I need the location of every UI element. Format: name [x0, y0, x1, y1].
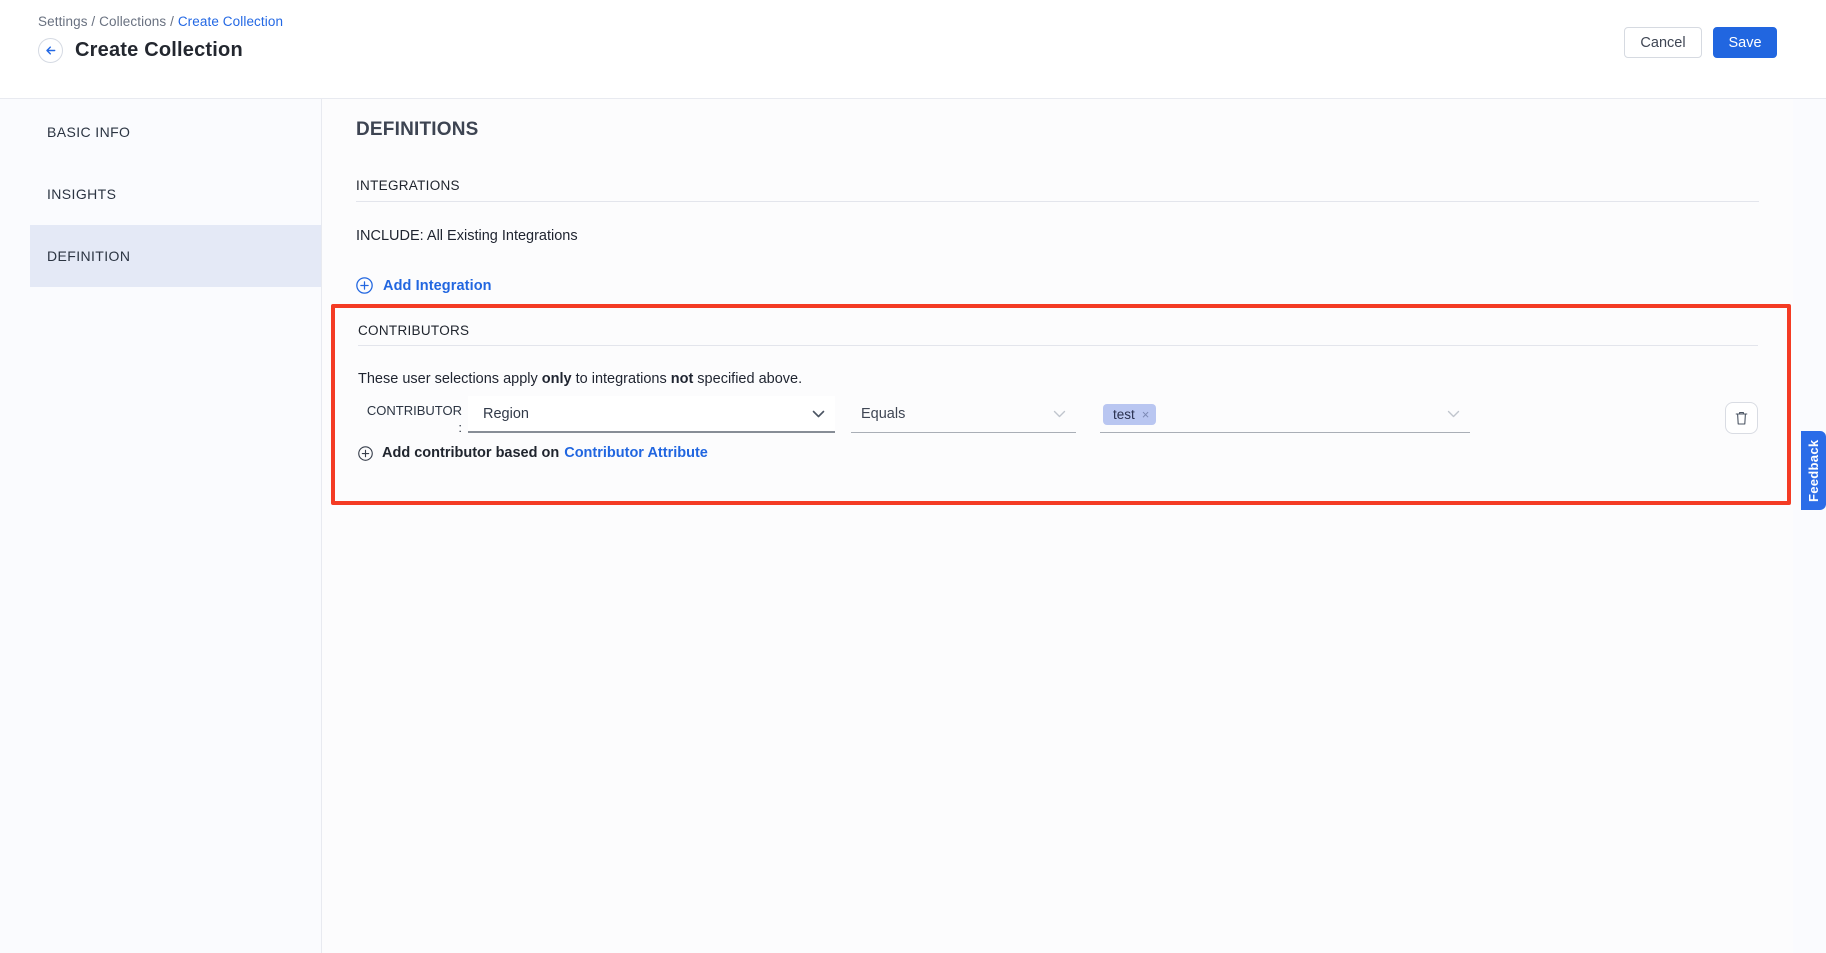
page-background-strip: [1793, 99, 1826, 953]
contributor-row-label: CONTRIBUTOR :: [358, 396, 462, 436]
add-integration-link[interactable]: Add Integration: [356, 277, 1759, 294]
attribute-select-value: Region: [483, 406, 529, 422]
contributor-rule-row: CONTRIBUTOR : Region Equals: [358, 396, 1758, 436]
circle-plus-icon: [358, 446, 373, 461]
page-header: Settings / Collections / Create Collecti…: [0, 0, 1826, 99]
add-contributor-prefix: Add contributor based on: [382, 445, 559, 461]
add-integration-label: Add Integration: [383, 278, 492, 294]
value-tag-label: test: [1113, 407, 1135, 422]
circle-plus-icon: [356, 277, 373, 294]
chevron-down-icon: [1053, 410, 1066, 419]
page-title: Create Collection: [75, 39, 243, 62]
save-button[interactable]: Save: [1713, 27, 1777, 58]
trash-icon: [1734, 410, 1749, 426]
contributor-attribute-link[interactable]: Contributor Attribute: [564, 445, 708, 461]
definitions-heading: DEFINITIONS: [356, 119, 1759, 141]
add-contributor-row: Add contributor based on Contributor Att…: [358, 445, 1758, 461]
operator-select[interactable]: Equals: [851, 396, 1076, 433]
tag-remove-icon[interactable]: ×: [1142, 407, 1150, 422]
note-bold-not: not: [671, 371, 694, 387]
contributor-label-text: CONTRIBUTOR: [358, 402, 462, 419]
delete-contributor-button[interactable]: [1725, 402, 1758, 434]
note-text: These user selections apply: [358, 371, 542, 387]
contributor-label-colon: :: [358, 419, 462, 436]
chevron-down-icon: [1447, 410, 1460, 419]
breadcrumb-current: Create Collection: [178, 14, 283, 29]
sidebar-item-basic-info[interactable]: BASIC INFO: [30, 101, 321, 163]
contributors-divider: [358, 345, 1758, 346]
contributors-highlight-box: CONTRIBUTORS These user selections apply…: [331, 304, 1791, 505]
note-bold-only: only: [542, 371, 572, 387]
note-text: specified above.: [693, 371, 802, 387]
settings-sidebar: BASIC INFO INSIGHTS DEFINITION: [0, 99, 322, 953]
sidebar-item-insights[interactable]: INSIGHTS: [30, 163, 321, 225]
integrations-divider: [356, 201, 1759, 202]
back-button[interactable]: [38, 38, 63, 63]
integrations-include-text: INCLUDE: All Existing Integrations: [356, 228, 1759, 244]
arrow-left-icon: [44, 44, 57, 57]
feedback-tab[interactable]: Feedback: [1801, 431, 1826, 510]
integrations-section-title: INTEGRATIONS: [356, 178, 1759, 193]
sidebar-item-definition[interactable]: DEFINITION: [30, 225, 321, 287]
breadcrumb-parents[interactable]: Settings / Collections /: [38, 14, 178, 29]
note-text: to integrations: [572, 371, 671, 387]
contributors-note: These user selections apply only to inte…: [358, 371, 1758, 387]
values-multiselect[interactable]: test ×: [1100, 396, 1470, 433]
attribute-select[interactable]: Region: [468, 396, 835, 433]
definition-panel: DEFINITIONS INTEGRATIONS INCLUDE: All Ex…: [322, 99, 1793, 953]
breadcrumb: Settings / Collections / Create Collecti…: [38, 14, 1777, 29]
value-tag: test ×: [1103, 404, 1156, 425]
cancel-button[interactable]: Cancel: [1624, 27, 1702, 58]
operator-select-value: Equals: [861, 406, 905, 422]
chevron-down-icon: [812, 410, 825, 419]
contributors-section-title: CONTRIBUTORS: [358, 323, 1758, 338]
